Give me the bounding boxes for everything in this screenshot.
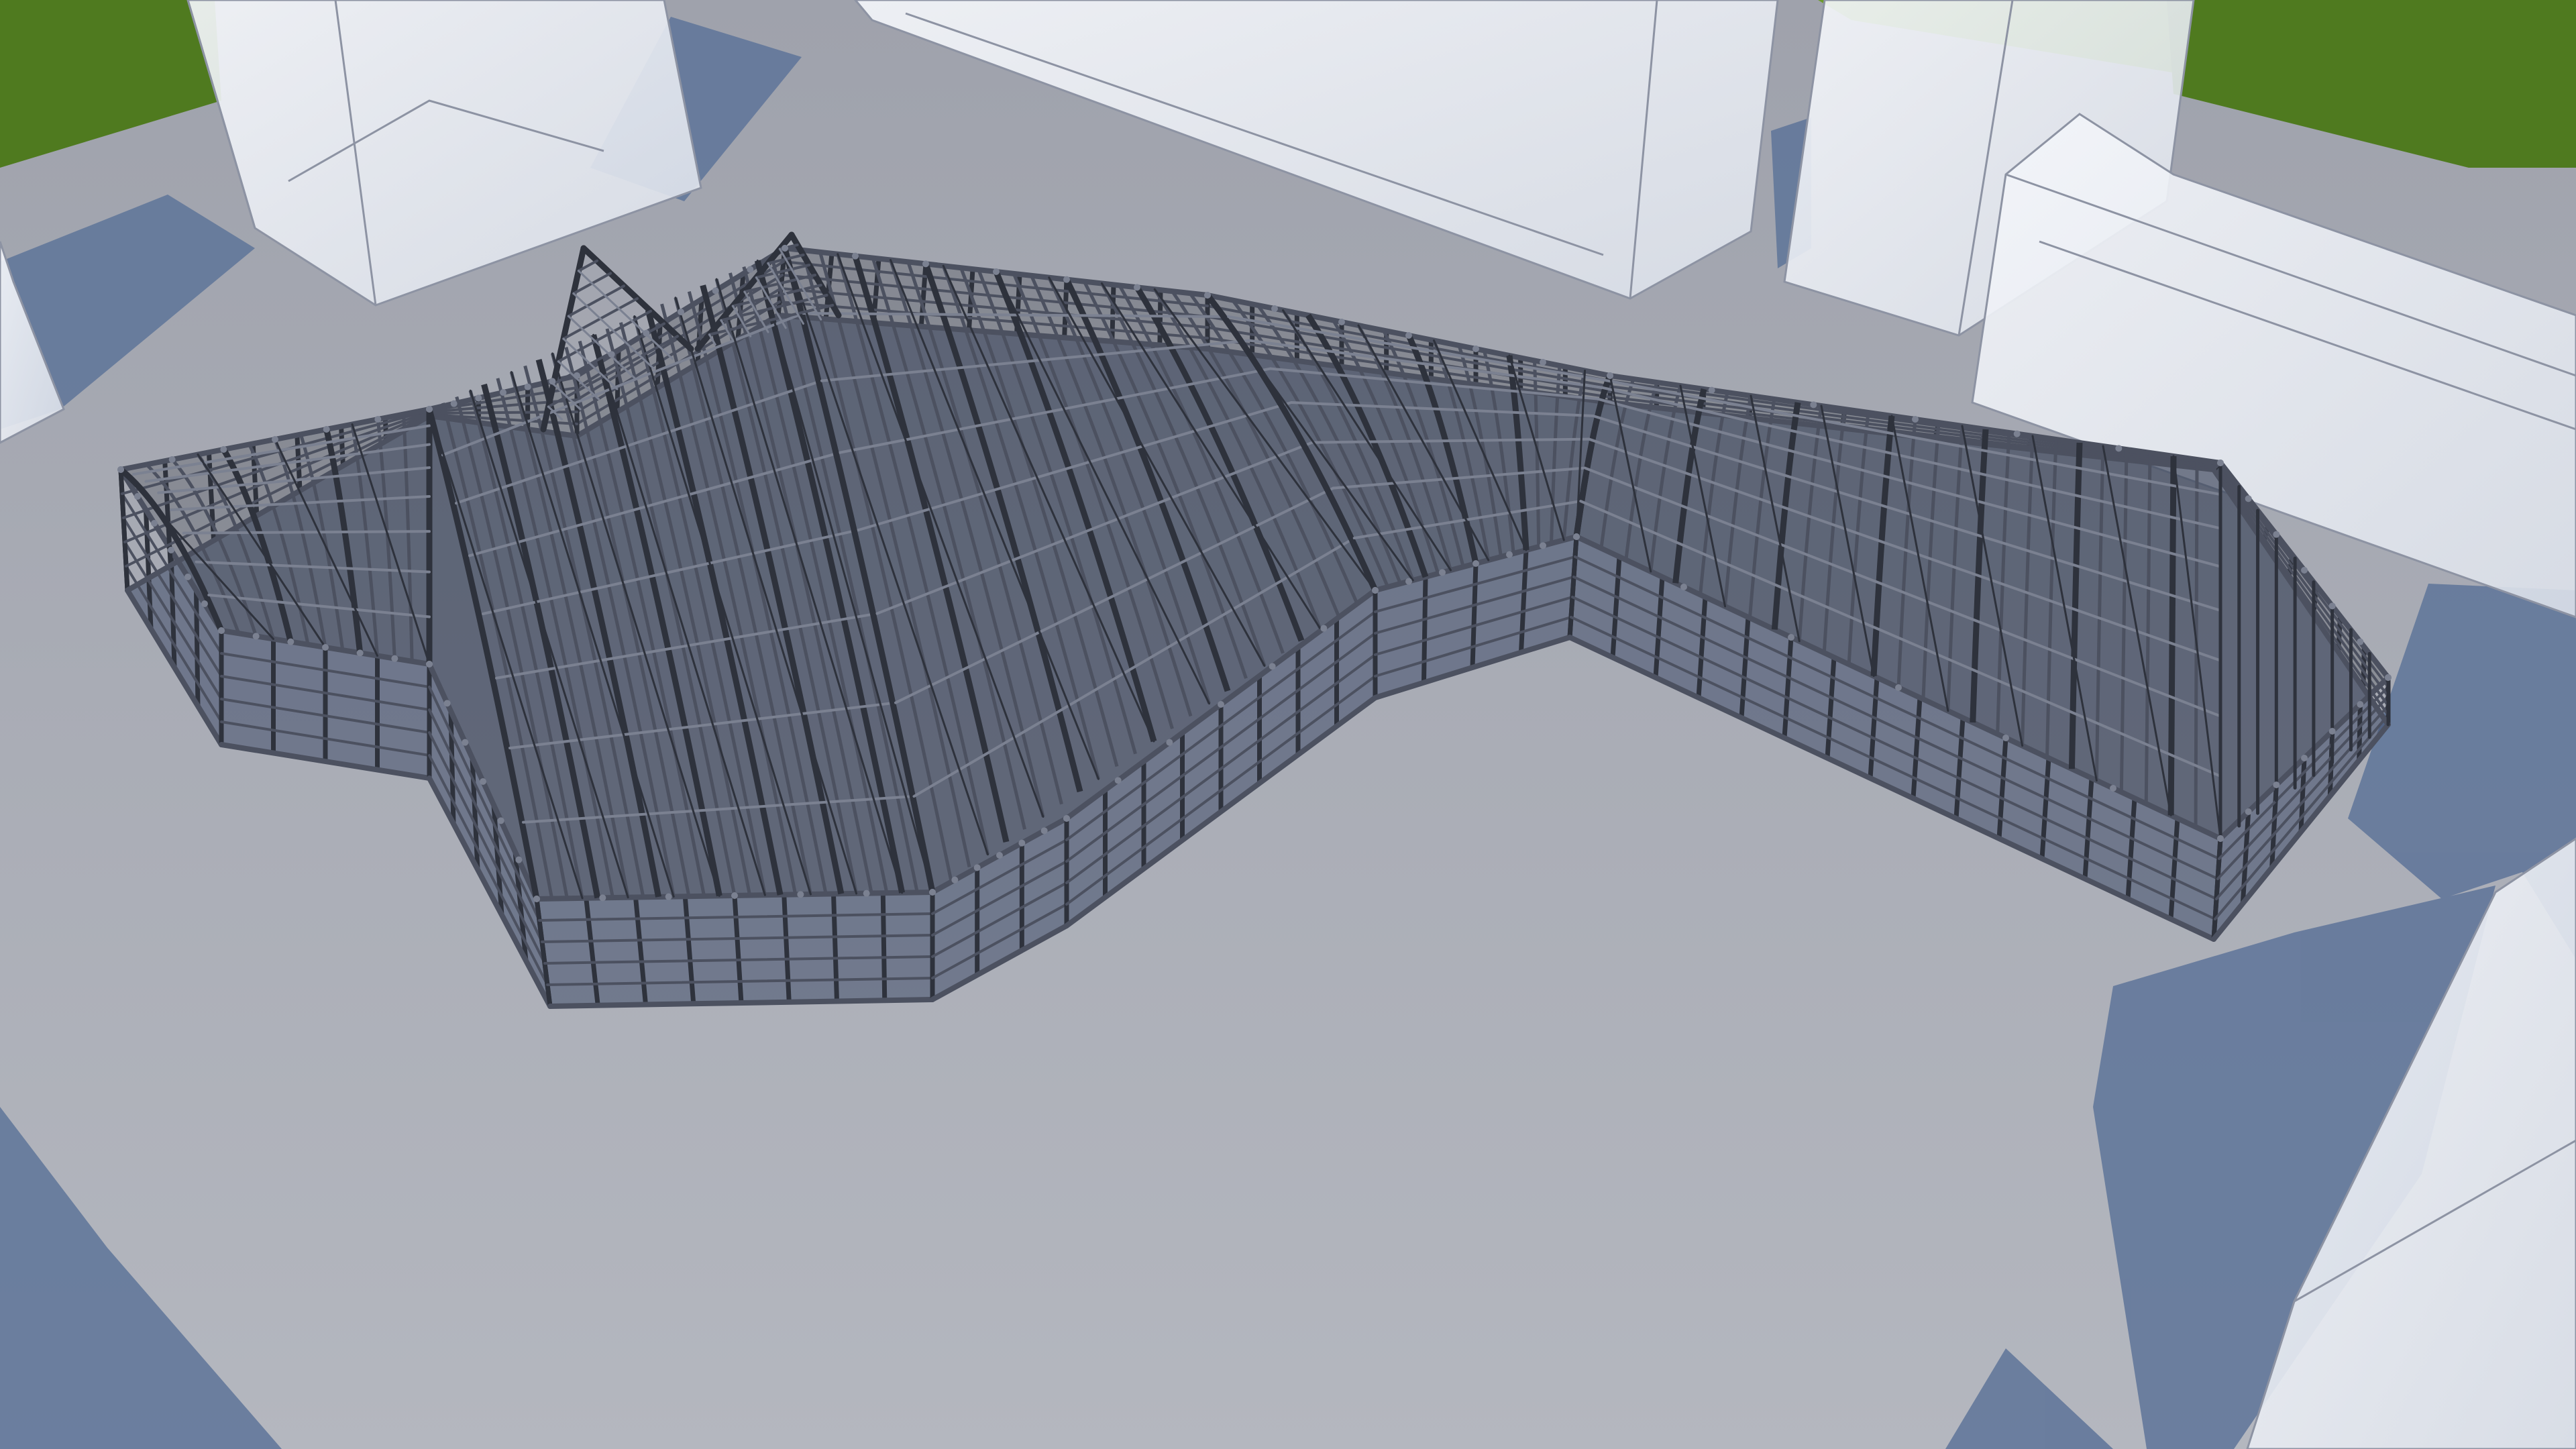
render-scene [0,0,2576,1449]
